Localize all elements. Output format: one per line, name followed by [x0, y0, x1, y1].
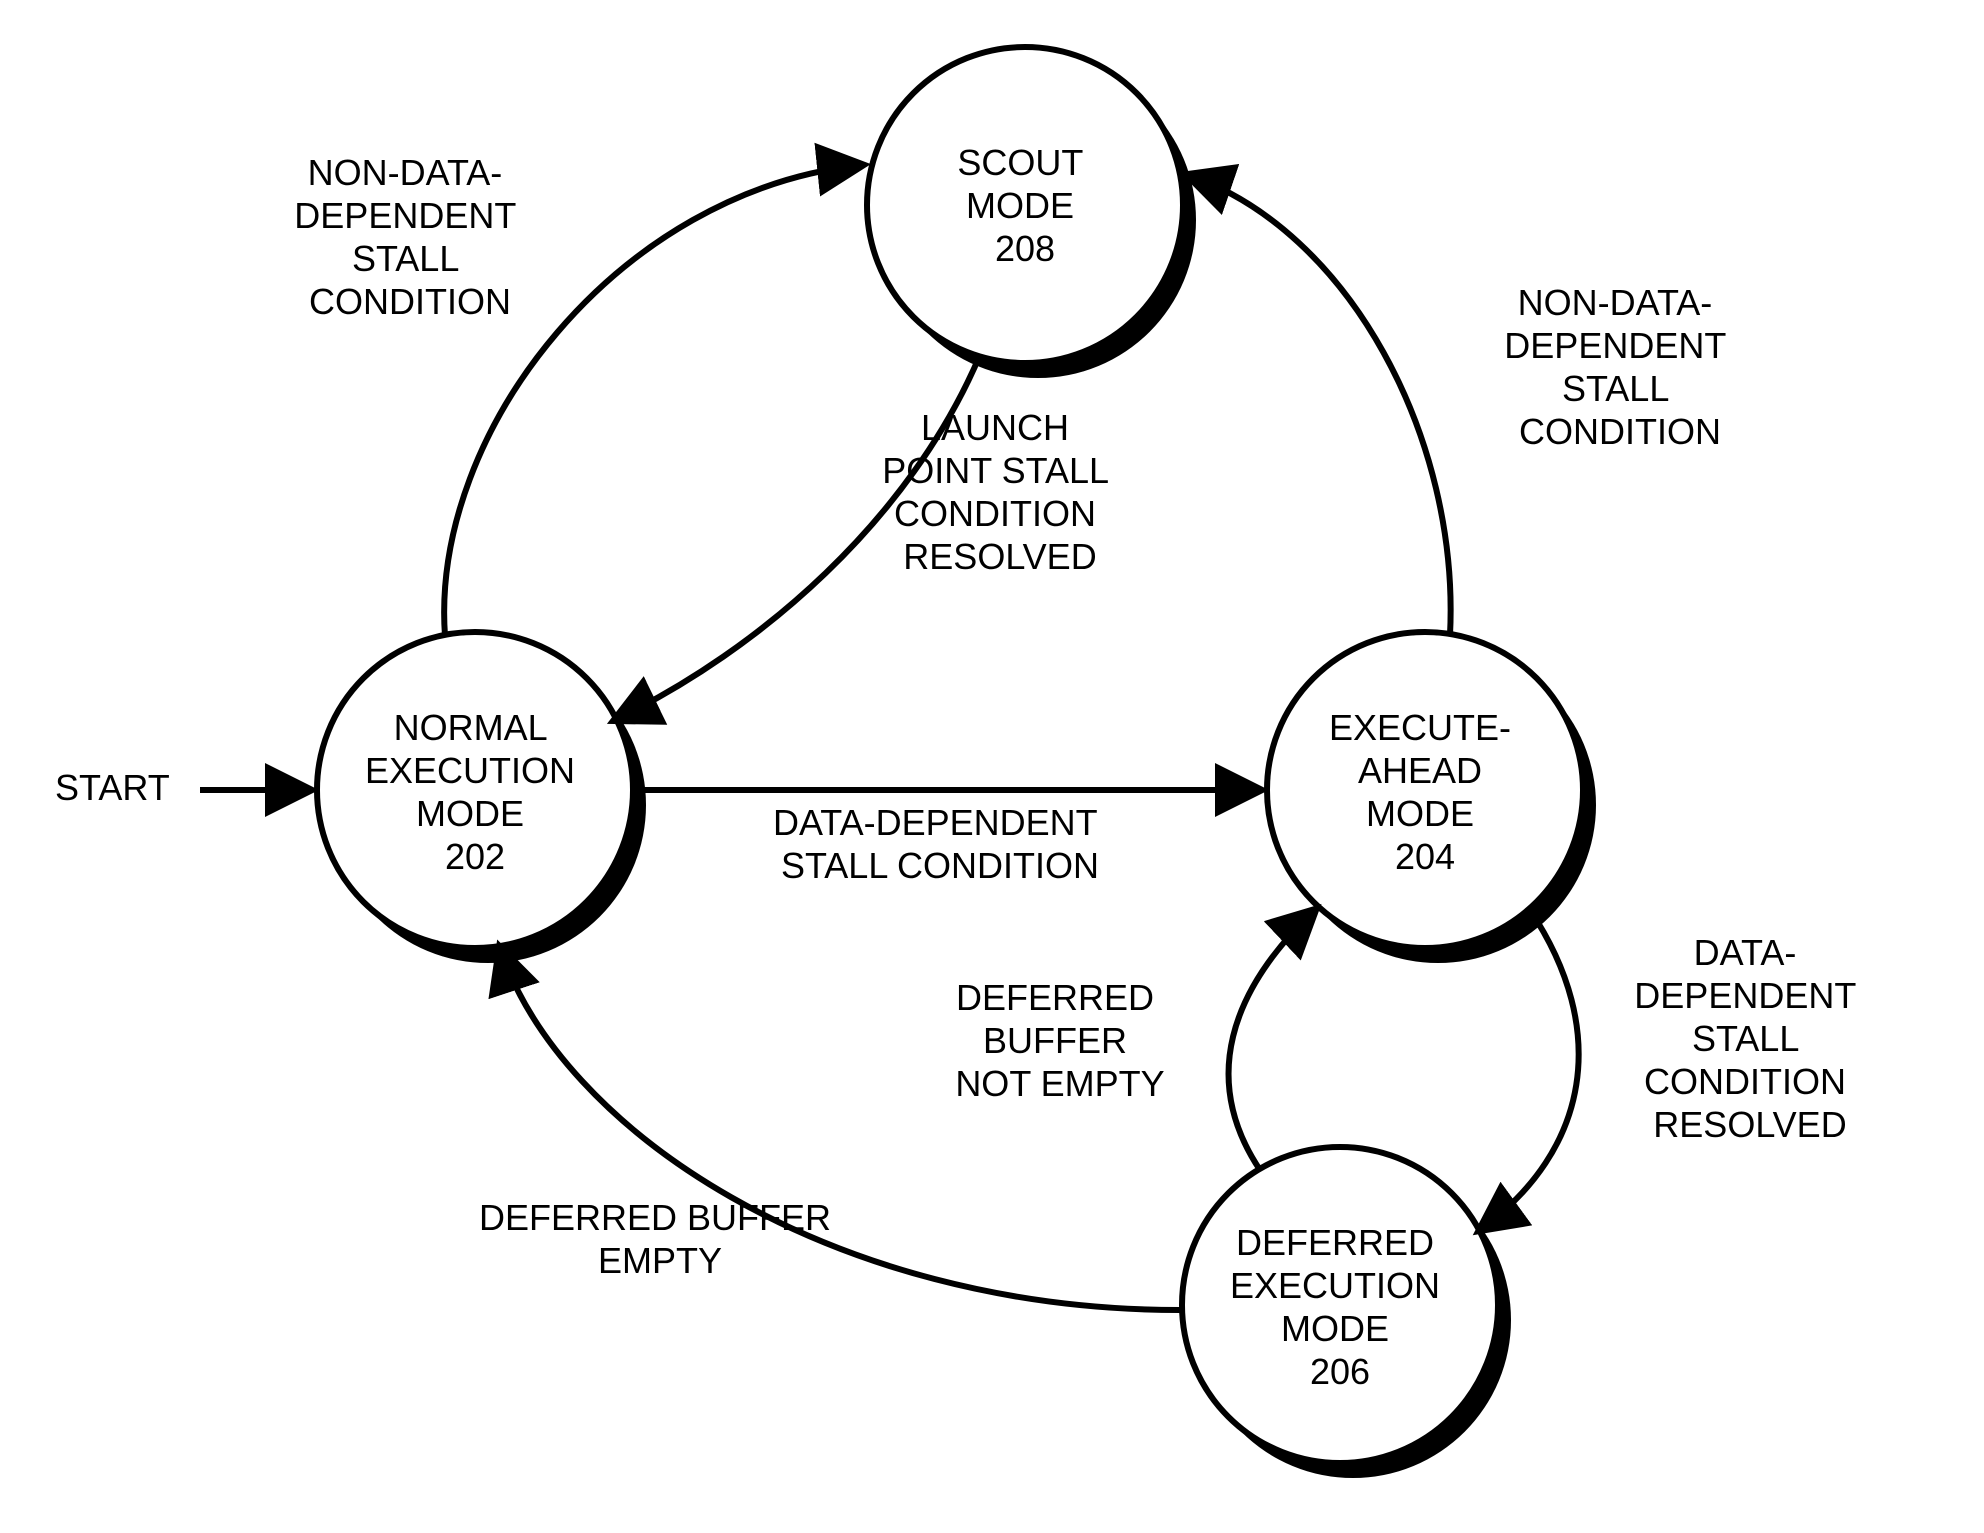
scout-to-normal-l4: RESOLVED	[903, 536, 1096, 577]
execute-mode-line4: 204	[1395, 836, 1455, 877]
scout-to-normal-l1: LAUNCH	[921, 407, 1069, 448]
execute-mode-line1: EXECUTE-	[1329, 707, 1511, 748]
scout-to-normal-l2: POINT STALL	[882, 450, 1108, 491]
start-edge: START	[55, 767, 310, 808]
normal-mode-line4: 202	[445, 836, 505, 877]
execute-to-deferred-l4: CONDITION	[1644, 1061, 1846, 1102]
execute-to-deferred-l1: DATA-	[1694, 932, 1797, 973]
edge-normal-to-scout: NON-DATA- DEPENDENT STALL CONDITION	[294, 152, 862, 636]
deferred-mode-line2: EXECUTION	[1230, 1265, 1440, 1306]
start-label: START	[55, 767, 170, 808]
normal-mode-line1: NORMAL	[394, 707, 547, 748]
deferred-execution-mode-node: DEFERRED EXECUTION MODE 206	[1182, 1147, 1511, 1478]
normal-mode-line2: EXECUTION	[365, 750, 575, 791]
normal-to-scout-l1: NON-DATA-	[308, 152, 503, 193]
normal-to-execute-l2: STALL CONDITION	[781, 845, 1099, 886]
deferred-mode-line3: MODE	[1281, 1308, 1389, 1349]
edge-execute-to-scout: NON-DATA- DEPENDENT STALL CONDITION	[1188, 175, 1736, 635]
deferred-mode-line4: 206	[1310, 1351, 1370, 1392]
deferred-mode-line1: DEFERRED	[1236, 1222, 1434, 1263]
deferred-to-normal-l2: EMPTY	[598, 1240, 722, 1281]
deferred-to-execute-l1: DEFERRED	[956, 977, 1154, 1018]
svg-text:NON-DATA- DEPENDENT: NON-DATA- DEPENDENT STALL CONDITION	[1504, 282, 1735, 452]
normal-to-scout-l3: STALL	[352, 238, 458, 279]
execute-to-deferred-l3: STALL	[1692, 1018, 1798, 1059]
normal-execution-mode-node: NORMAL EXECUTION MODE 202	[317, 632, 646, 963]
svg-text:DATA-DEPENDENT STALL CON: DATA-DEPENDENT STALL CONDITION	[773, 802, 1107, 886]
svg-text:DATA- DEPENDENT ST: DATA- DEPENDENT STALL CONDITION RESOLVED	[1634, 932, 1865, 1145]
deferred-to-normal-l1: DEFERRED BUFFER	[479, 1197, 831, 1238]
normal-mode-line3: MODE	[416, 793, 524, 834]
execute-mode-line3: MODE	[1366, 793, 1474, 834]
execute-to-scout-l4: CONDITION	[1519, 411, 1721, 452]
edge-scout-to-normal: LAUNCH POINT STALL CONDITION RESOLVED	[615, 355, 1118, 720]
execute-ahead-mode-node: EXECUTE- AHEAD MODE 204	[1267, 632, 1596, 963]
svg-text:DEFERRED BUFFER EMPTY: DEFERRED BUFFER EMPTY	[479, 1197, 841, 1281]
scout-mode-line3: 208	[995, 228, 1055, 269]
execute-to-deferred-l2: DEPENDENT	[1634, 975, 1856, 1016]
svg-text:LAUNCH POINT STALL: LAUNCH POINT STALL CONDITION RESOLVED	[882, 407, 1117, 577]
state-diagram: SCOUT MODE 208 NORMAL EXECUTION MODE 202…	[0, 0, 1984, 1533]
execute-to-scout-l1: NON-DATA-	[1518, 282, 1713, 323]
execute-to-scout-l2: DEPENDENT	[1504, 325, 1726, 366]
normal-to-execute-l1: DATA-DEPENDENT	[773, 802, 1098, 843]
svg-text:NON-DATA- DEPENDENT: NON-DATA- DEPENDENT STALL CONDITION	[294, 152, 525, 322]
scout-to-normal-l3: CONDITION	[894, 493, 1096, 534]
edge-execute-to-deferred: DATA- DEPENDENT STALL CONDITION RESOLVED	[1480, 910, 1866, 1230]
normal-to-scout-l2: DEPENDENT	[294, 195, 516, 236]
normal-to-scout-l4: CONDITION	[309, 281, 511, 322]
deferred-to-execute-l2: BUFFER	[983, 1020, 1127, 1061]
scout-mode-line2: MODE	[966, 185, 1074, 226]
edge-normal-to-execute: DATA-DEPENDENT STALL CONDITION	[635, 790, 1260, 886]
execute-to-scout-l3: STALL	[1562, 368, 1668, 409]
scout-mode-node: SCOUT MODE 208	[867, 47, 1196, 378]
svg-text:DEFERRED BUFFER NO: DEFERRED BUFFER NOT EMPTY	[955, 977, 1164, 1104]
scout-mode-line1: SCOUT	[957, 142, 1083, 183]
execute-mode-line2: AHEAD	[1358, 750, 1482, 791]
edge-deferred-to-execute: DEFERRED BUFFER NOT EMPTY	[955, 910, 1315, 1170]
deferred-to-execute-l3: NOT EMPTY	[955, 1063, 1164, 1104]
execute-to-deferred-l5: RESOLVED	[1653, 1104, 1846, 1145]
